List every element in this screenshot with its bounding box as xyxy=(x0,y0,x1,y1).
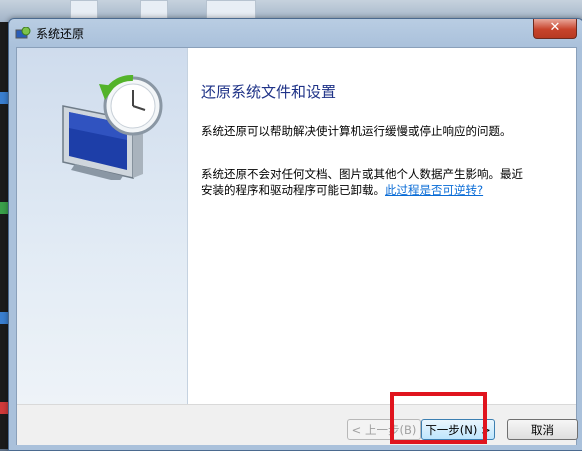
next-button-highlight-box xyxy=(390,392,487,444)
system-restore-icon xyxy=(15,26,31,40)
description-text: 系统还原可以帮助解决使计算机运行缓慢或停止响应的问题。 xyxy=(201,124,512,138)
system-restore-illustration-icon xyxy=(53,70,163,184)
button-bar: < 上一步(B) 下一步(N) > 取消 xyxy=(17,404,578,445)
info-text-line: 系统还原不会对任何文档、图片或其他个人数据产生影响。最近 xyxy=(201,167,523,181)
wizard-content: 还原系统文件和设置 系统还原可以帮助解决使计算机运行缓慢或停止响应的问题。 系统… xyxy=(201,48,561,404)
info-text-line: 安装的程序和驱动程序可能已卸载。 xyxy=(201,183,385,197)
window-title: 系统还原 xyxy=(36,27,85,41)
wizard-body: 还原系统文件和设置 系统还原可以帮助解决使计算机运行缓慢或停止响应的问题。 系统… xyxy=(16,47,578,445)
page-title: 还原系统文件和设置 xyxy=(201,83,337,101)
title-bar[interactable]: 系统还原 ✕ xyxy=(9,19,582,47)
system-restore-window: 系统还原 ✕ 还原系统文件和设置 系统还原可以帮助解决使计算机运行缓慢或停止响应… xyxy=(8,18,582,451)
reversible-help-link[interactable]: 此过程是否可逆转? xyxy=(385,183,483,197)
close-button[interactable]: ✕ xyxy=(533,19,577,39)
cancel-button[interactable]: 取消 xyxy=(507,419,578,440)
info-paragraph: 系统还原不会对任何文档、图片或其他个人数据产生影响。最近 安装的程序和驱动程序可… xyxy=(201,166,551,198)
info-text-line-2: 安装的程序和驱动程序可能已卸载。此过程是否可逆转? xyxy=(201,182,551,198)
side-panel xyxy=(17,48,188,404)
